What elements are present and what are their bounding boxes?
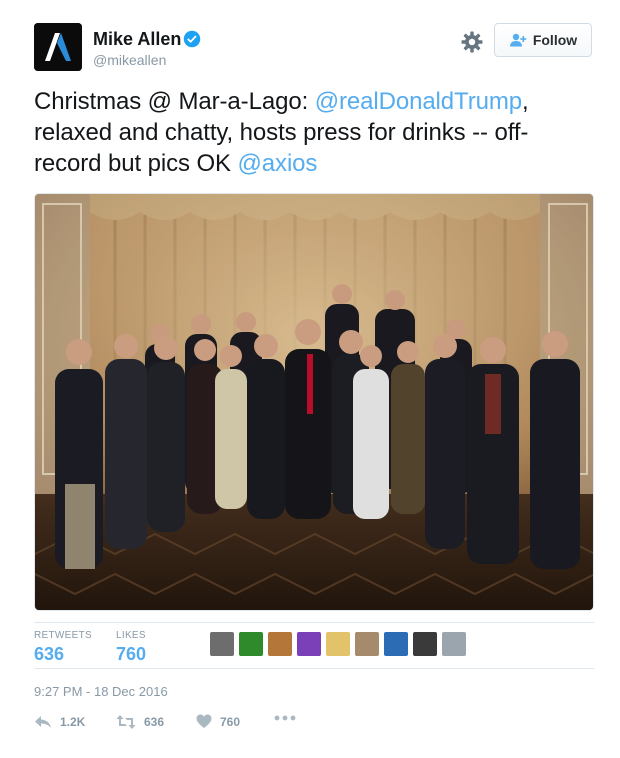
liker-avatars: [210, 632, 471, 656]
retweet-button[interactable]: 636: [116, 714, 164, 730]
retweet-icon: [116, 715, 136, 729]
tweet-text-segment: Christmas @ Mar-a-Lago:: [34, 88, 315, 115]
tweet-card: Mike Allen @mikeallen Follow Christmas @…: [0, 0, 620, 758]
mention-link[interactable]: @realDonaldTrump: [315, 88, 522, 115]
liker-avatar[interactable]: [268, 632, 292, 656]
author-handle[interactable]: @mikeallen: [93, 52, 166, 68]
like-button[interactable]: 760: [196, 714, 240, 729]
liker-avatar[interactable]: [355, 632, 379, 656]
reply-icon: [35, 716, 51, 728]
retweets-label: RETWEETS: [34, 630, 92, 641]
divider: [34, 668, 594, 669]
liker-avatar[interactable]: [210, 632, 234, 656]
more-dots-icon: [274, 715, 296, 721]
reply-button[interactable]: 1.2K: [34, 714, 85, 730]
reply-count: 1.2K: [60, 715, 86, 729]
heart-icon: [196, 714, 212, 728]
liker-avatar[interactable]: [326, 632, 350, 656]
author-name[interactable]: Mike Allen: [93, 28, 181, 50]
retweet-count: 636: [144, 715, 165, 729]
author-avatar[interactable]: [34, 23, 82, 71]
liker-avatar[interactable]: [413, 632, 437, 656]
liker-avatar[interactable]: [239, 632, 263, 656]
tweet-timestamp[interactable]: 9:27 PM - 18 Dec 2016: [34, 684, 168, 699]
gear-icon[interactable]: [460, 30, 484, 54]
verified-badge-icon: [183, 30, 201, 48]
retweets-count[interactable]: 636: [34, 644, 64, 665]
mention-link[interactable]: @axios: [238, 150, 318, 177]
likes-label: LIKES: [116, 630, 146, 641]
tweet-text: Christmas @ Mar-a-Lago: @realDonaldTrump…: [34, 86, 594, 179]
axios-logo-icon: [34, 23, 82, 71]
follow-button[interactable]: Follow: [494, 23, 592, 57]
likes-count[interactable]: 760: [116, 644, 146, 665]
divider: [34, 622, 594, 623]
add-user-icon: [509, 33, 527, 47]
liker-avatar[interactable]: [297, 632, 321, 656]
tweet-photo[interactable]: [34, 193, 594, 611]
more-options-button[interactable]: [274, 714, 304, 722]
liker-avatar[interactable]: [384, 632, 408, 656]
group-photo-image: [35, 194, 593, 610]
liker-avatar[interactable]: [442, 632, 466, 656]
follow-label: Follow: [532, 32, 578, 48]
like-count: 760: [220, 714, 241, 729]
